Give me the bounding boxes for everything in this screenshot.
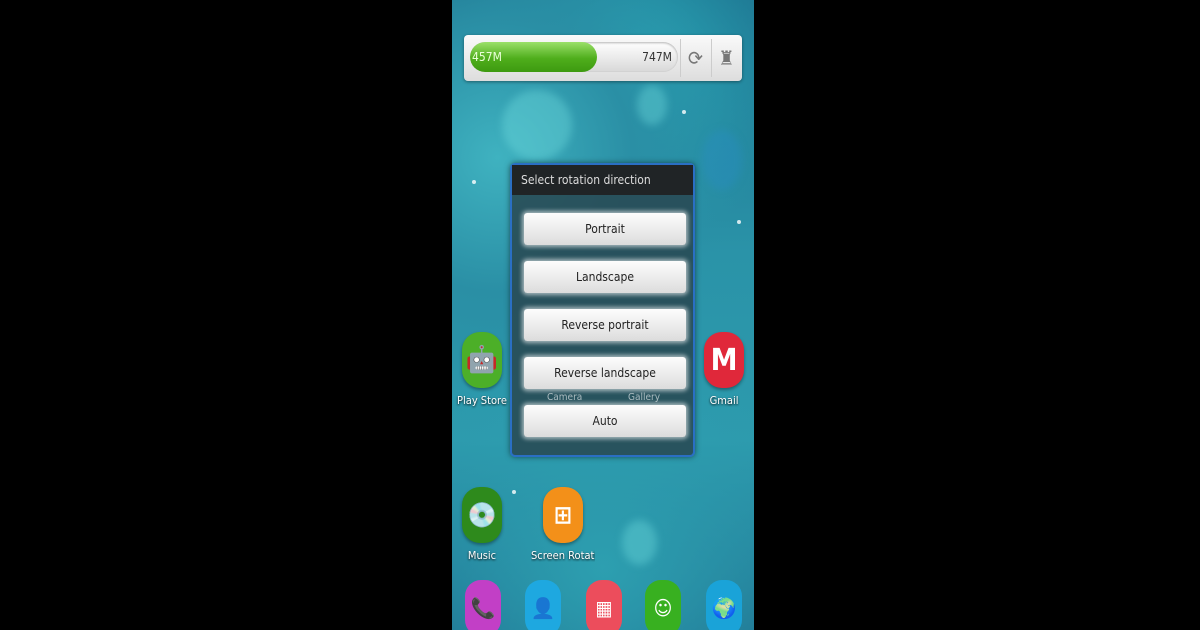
app-gmail[interactable]: M Gmail <box>694 332 754 407</box>
dock-app-drawer[interactable]: ▦ <box>586 580 622 630</box>
app-label: Screen Rotation <box>531 549 595 562</box>
message-icon: ☺ <box>653 596 673 620</box>
app-screen-rotation[interactable]: ⊞ Screen Rotation <box>531 487 595 562</box>
refresh-icon: ⟳ <box>687 46 704 70</box>
broom-icon: ♜ <box>718 46 735 70</box>
app-label-camera: Camera <box>547 392 583 403</box>
clean-memory-button[interactable]: ♜ <box>711 39 741 77</box>
home-screen: 457M 747M ⟳ ♜ 🤖 Play Store M Gmail 💿 Mus… <box>452 0 754 630</box>
refresh-button[interactable]: ⟳ <box>680 39 710 77</box>
memory-widget: 457M 747M ⟳ ♜ <box>464 35 742 81</box>
app-play-store[interactable]: 🤖 Play Store <box>452 332 512 407</box>
memory-progress-bar: 457M 747M <box>470 42 678 72</box>
reverse-landscape-button[interactable]: Reverse landscape <box>524 357 686 389</box>
music-disc-icon: 💿 <box>462 487 502 543</box>
rotation-dialog: Select rotation direction Portrait Lands… <box>510 163 695 457</box>
contact-icon: 👤 <box>530 596 556 620</box>
gmail-icon: M <box>704 332 744 388</box>
landscape-button[interactable]: Landscape <box>524 261 686 293</box>
dock-phone[interactable]: 📞 <box>465 580 501 630</box>
auto-button[interactable]: Auto <box>524 405 686 437</box>
reverse-portrait-button[interactable]: Reverse portrait <box>524 309 686 341</box>
memory-total: 747M <box>642 50 672 64</box>
dialog-title: Select rotation direction <box>512 165 693 195</box>
android-icon: 🤖 <box>462 332 502 388</box>
dock-browser[interactable]: 🌍 <box>706 580 742 630</box>
grid-icon: ▦ <box>595 596 613 620</box>
phone-icon: 📞 <box>470 596 496 620</box>
app-label: Music <box>467 549 497 562</box>
portrait-button[interactable]: Portrait <box>524 213 686 245</box>
globe-icon: 🌍 <box>711 596 737 620</box>
dock-contacts[interactable]: 👤 <box>525 580 561 630</box>
dock-messaging[interactable]: ☺ <box>645 580 681 630</box>
memory-used: 457M <box>472 50 502 64</box>
app-label: Play Store <box>457 394 507 407</box>
screen-rotation-icon: ⊞ <box>543 487 583 543</box>
app-label-gallery: Gallery <box>628 392 661 403</box>
app-music[interactable]: 💿 Music <box>452 487 512 562</box>
app-label: Gmail <box>709 394 739 407</box>
